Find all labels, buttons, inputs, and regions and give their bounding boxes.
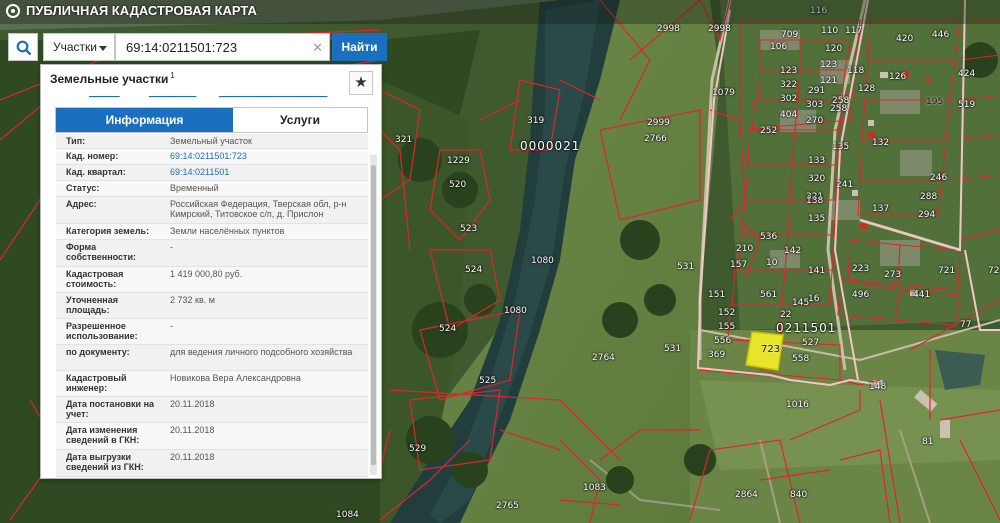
- cadastral-number-link[interactable]: 69:14:0211501:723: [170, 151, 360, 161]
- row-value: 20.11.2018: [170, 452, 215, 462]
- search-query: 69:14:0211501:723: [126, 40, 238, 55]
- row-label: Дата постановки на учет:: [66, 399, 155, 419]
- search-submit-button[interactable]: Найти: [332, 33, 387, 61]
- app-title: ПУБЛИЧНАЯ КАДАСТРОВАЯ КАРТА: [26, 3, 257, 18]
- tab-information[interactable]: Информация: [56, 108, 233, 132]
- row-label: Адрес:: [66, 199, 97, 209]
- panel-tabs: Информация Услуги: [55, 107, 368, 133]
- row-label: Дата выгрузки сведений из ГКН:: [66, 452, 144, 472]
- row-label: Уточненная площадь:: [66, 295, 118, 315]
- search-bar: Участки 69:14:0211501:723 ✕ Найти: [8, 33, 387, 61]
- row-value: 2 732 кв. м: [170, 295, 215, 305]
- clear-icon[interactable]: ✕: [312, 40, 323, 56]
- row-label: Разрешенное использование:: [66, 321, 138, 341]
- search-input[interactable]: 69:14:0211501:723 ✕: [115, 33, 330, 61]
- table-row: Дата постановки на учет: 20.11.2018: [56, 397, 368, 423]
- row-value: -: [170, 242, 173, 252]
- tab-services[interactable]: Услуги: [233, 108, 367, 132]
- row-label: Тип:: [66, 136, 86, 146]
- row-value: 20.11.2018: [170, 425, 215, 435]
- table-row: Дата выгрузки сведений из ГКН: 20.11.201…: [56, 450, 368, 477]
- search-toggle-button[interactable]: [8, 33, 38, 61]
- info-table: Тип: Земельный участок Кад. номер: 69:14…: [56, 134, 368, 477]
- panel-title: Земельные участки 1: [50, 71, 175, 86]
- table-row: Кад. квартал: 69:14:0211501: [56, 165, 368, 181]
- row-label: Форма собственности:: [66, 242, 136, 262]
- table-row: Статус: Временный: [56, 181, 368, 197]
- row-label: Кадастровая стоимость:: [66, 269, 124, 289]
- search-type-select[interactable]: Участки: [43, 33, 115, 61]
- row-label: по документу:: [66, 347, 130, 357]
- chevron-down-icon: [99, 46, 107, 51]
- table-row: Категория земель: Земли населённых пункт…: [56, 224, 368, 240]
- row-label: Дата изменения сведений в ГКН:: [66, 425, 140, 445]
- table-row: Кад. номер: 69:14:0211501:723: [56, 149, 368, 165]
- app-header: ПУБЛИЧНАЯ КАДАСТРОВАЯ КАРТА: [0, 0, 1000, 24]
- row-value: 20.11.2018: [170, 399, 215, 409]
- table-row: Дата изменения сведений в ГКН: 20.11.201…: [56, 423, 368, 450]
- row-value: 1 419 000,80 руб.: [170, 269, 243, 279]
- table-row: Разрешенное использование: -: [56, 319, 368, 345]
- search-icon: [16, 40, 32, 56]
- table-row: Адрес: Российская Федерация, Тверская об…: [56, 197, 368, 224]
- table-row: Уточненная площадь: 2 732 кв. м: [56, 293, 368, 319]
- row-label: Кад. квартал:: [66, 167, 126, 177]
- row-value: Земельный участок: [170, 136, 252, 146]
- row-label: Статус:: [66, 183, 100, 193]
- row-value: Новикова Вера Александровна: [170, 373, 301, 383]
- row-value: Российская Федерация, Тверская обл, р-н …: [170, 199, 347, 219]
- scrollbar-thumb[interactable]: [371, 165, 376, 465]
- row-value: для ведения личного подсобного хозяйства: [170, 347, 353, 357]
- search-type-label: Участки: [53, 40, 97, 54]
- table-row: по документу: для ведения личного подсоб…: [56, 345, 368, 371]
- table-row: Форма собственности: -: [56, 240, 368, 267]
- row-label: Категория земель:: [66, 226, 150, 236]
- parcel-info-panel: Земельные участки1 ★ ____ _______ ______…: [40, 64, 382, 479]
- row-value: Земли населённых пунктов: [170, 226, 285, 236]
- logo-icon[interactable]: [6, 4, 20, 18]
- row-value: Временный: [170, 183, 219, 193]
- panel-title-text: Земельные участки: [50, 72, 169, 86]
- table-row: Кадастровая стоимость: 1 419 000,80 руб.: [56, 267, 368, 293]
- highlighted-parcel: [745, 331, 784, 371]
- panel-title-count: 1: [170, 71, 175, 80]
- row-label: Кадастровый инженер:: [66, 373, 127, 393]
- panel-scrollbar[interactable]: [370, 155, 377, 475]
- cadastral-quarter-link[interactable]: 69:14:0211501: [170, 167, 360, 177]
- row-label: Кад. номер:: [66, 151, 119, 161]
- star-icon[interactable]: ★: [349, 71, 373, 95]
- table-row: Тип: Земельный участок: [56, 134, 368, 149]
- row-value: -: [170, 321, 173, 331]
- partially-hidden-links: ____ _______ _________________ ____: [89, 95, 369, 100]
- table-row: Кадастровый инженер: Новикова Вера Алекс…: [56, 371, 368, 397]
